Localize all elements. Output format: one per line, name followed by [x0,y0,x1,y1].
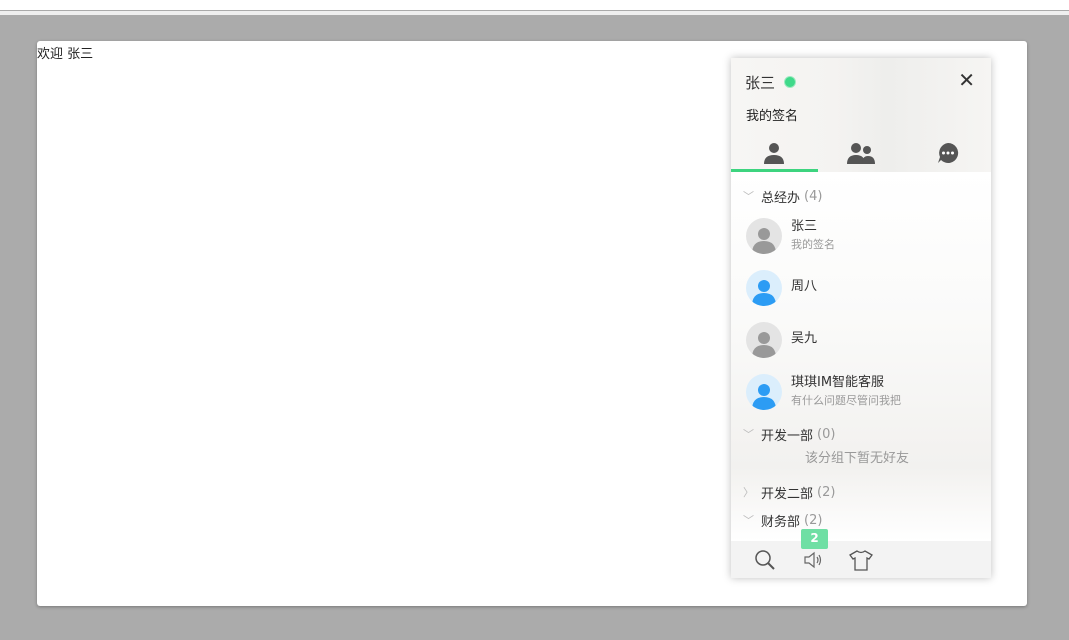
panel-header: 张三 ✕ 我的签名 [731,58,991,172]
group-header[interactable]: ﹀ 开发一部 (0) [731,420,991,448]
im-panel: 张三 ✕ 我的签名 ﹀ 总经办 (4) 张三 我的签名 周八 吴九 琪琪IM智能客服有… [731,58,991,578]
contact-signature: 我的签名 [791,237,835,251]
chevron-down-icon: ﹀ [743,190,754,203]
avatar [746,218,782,254]
group-name: 开发一部 [761,428,814,444]
avatar [746,374,782,410]
group-header[interactable]: ﹀ 财务部 (2) [731,506,991,534]
group-icon [847,143,875,164]
speaker-icon [804,551,822,568]
panel-footer: 2 [731,529,991,578]
group-count: (2) [804,512,823,528]
list-item[interactable]: 张三 我的签名 [731,210,991,262]
user-name: 张三 [745,74,776,92]
tab-groups[interactable] [818,134,905,172]
friend-list[interactable]: ﹀ 总经办 (4) 张三 我的签名 周八 吴九 琪琪IM智能客服 有什么问题尽管问我把 … [731,172,991,541]
shirt-icon [849,549,873,571]
group-name: 开发二部 [761,486,814,502]
empty-group-text: 该分组下暂无好友 [805,451,910,466]
contact-name: 张三 [791,218,818,234]
welcome-text: 欢迎 张三 [37,47,94,62]
group-count: (0) [817,426,836,442]
group-name: 财务部 [761,514,801,530]
group-header[interactable]: 〉开发二部 (2) [731,478,991,506]
user-icon [764,143,785,164]
close-icon[interactable]: ✕ [958,68,975,92]
contact-name: 吴九 [791,330,818,346]
group-name: 总经办 [761,190,801,206]
user-signature[interactable]: 我的签名 [746,105,798,124]
online-status-icon[interactable] [784,76,796,88]
list-item[interactable]: 吴九 [731,314,991,366]
group-header[interactable]: ﹀ 总经办 (4) [731,182,991,210]
browser-top-bar [0,0,1069,15]
notice-button[interactable] [801,548,825,572]
chevron-down-icon: ﹀ [743,428,754,441]
contact-name: 琪琪IM智能客服 [791,374,885,390]
search-button[interactable] [753,548,777,572]
contact-name: 周八 [791,278,818,294]
group-count: (2) [817,484,836,500]
contact-signature: 有什么问题尽管问我把 [791,393,901,407]
notice-badge: 2 [801,529,828,549]
tab-friends[interactable] [731,134,818,172]
avatar [746,270,782,306]
chat-icon [937,142,958,163]
avatar [746,322,782,358]
list-item[interactable]: 周八 [731,262,991,314]
chevron-down-icon: ﹀ [743,514,754,527]
skin-button[interactable] [849,548,873,572]
list-item[interactable]: 琪琪IM智能客服有什么问题尽管问我把 [731,366,991,418]
search-icon [755,549,775,570]
tab-chats[interactable] [904,134,991,172]
group-count: (4) [804,188,823,204]
chevron-right-icon: 〉 [743,486,754,499]
